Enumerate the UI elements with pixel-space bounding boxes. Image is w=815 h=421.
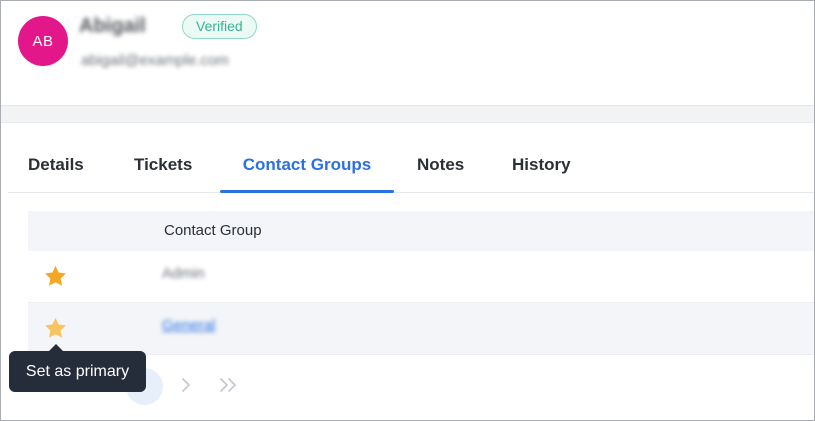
double-chevron-right-icon[interactable] <box>216 376 240 394</box>
group-name[interactable]: General <box>162 317 215 334</box>
table-row[interactable]: General <box>28 303 814 355</box>
tab-notes[interactable]: Notes <box>417 141 464 192</box>
table-header: Contact Group <box>28 211 814 251</box>
star-shape <box>45 317 66 338</box>
section-divider <box>1 105 814 123</box>
tooltip-arrow <box>49 344 63 351</box>
tab-bar: Details Tickets Contact Groups Notes His… <box>8 141 814 193</box>
contact-groups-table: Contact Group Admin General <box>28 211 814 355</box>
contact-email: abigail@example.com <box>81 52 229 69</box>
tab-history[interactable]: History <box>512 141 571 192</box>
contact-name: Abigail <box>79 15 146 37</box>
tab-contact-groups[interactable]: Contact Groups <box>220 141 394 193</box>
star-icon[interactable] <box>43 316 68 341</box>
table-row[interactable]: Admin <box>28 251 814 303</box>
avatar: AB <box>18 16 68 66</box>
contact-header: AB Abigail Verified abigail@example.com <box>1 1 814 105</box>
chevron-right-icon[interactable] <box>177 376 195 394</box>
tab-tickets[interactable]: Tickets <box>134 141 192 192</box>
column-header-contact-group: Contact Group <box>164 222 262 239</box>
tab-contact-groups-label: Contact Groups <box>242 155 372 174</box>
star-shape <box>45 265 66 286</box>
group-name[interactable]: Admin <box>162 265 205 282</box>
star-icon[interactable] <box>43 264 68 289</box>
active-tab-indicator <box>220 190 394 193</box>
tooltip: Set as primary <box>9 344 146 392</box>
status-badge: Verified <box>182 14 257 39</box>
tooltip-text: Set as primary <box>25 363 130 380</box>
tab-details[interactable]: Details <box>28 141 84 192</box>
contact-detail-panel: AB Abigail Verified abigail@example.com … <box>0 0 815 421</box>
